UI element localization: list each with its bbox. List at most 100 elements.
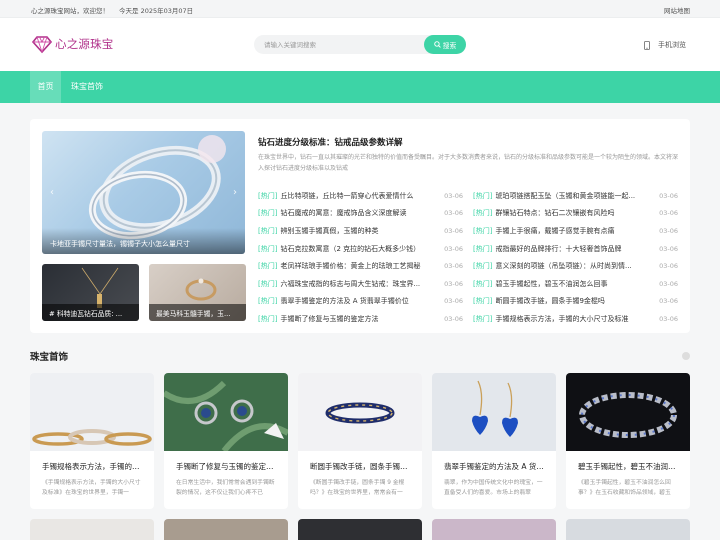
news-title[interactable]: 戒指最好的品牌排行：十大轻奢首饰品牌 bbox=[495, 244, 655, 254]
search-button[interactable]: 搜索 bbox=[424, 35, 466, 54]
list-item[interactable]: [热门] 意义深刻的项链（吊坠项链）：从时尚到情... 03-06 bbox=[473, 257, 678, 275]
card-title[interactable]: 手镯断了修复与玉镯的鉴定方法 bbox=[176, 461, 276, 472]
news-date: 03-06 bbox=[659, 209, 678, 218]
news-date: 03-06 bbox=[444, 226, 463, 235]
news-title[interactable]: 手镯上手很痛，戴镯子感觉手腕有点痛 bbox=[495, 226, 655, 236]
product-card-3[interactable]: 断圆手镯改手链，圆条手镯9金棍吗 《断圆手镯改手链，圆条手镯 9 金棍吗？》在珠… bbox=[298, 373, 422, 509]
current-date: 今天是 2025年03月07日 bbox=[119, 7, 194, 15]
list-item[interactable]: [热门] 碧玉手镯起性，碧玉不油润怎么回事 03-06 bbox=[473, 275, 678, 293]
list-item[interactable]: [热门] 群镶钻石特点：钻石二次镶嵌有风险吗 03-06 bbox=[473, 205, 678, 223]
list-item[interactable]: [热门] 断圆手镯改手链，圆条手镯9金棍吗 03-06 bbox=[473, 293, 678, 311]
list-item[interactable]: [热门] 六福珠宝戒指的标志与周大生钻戒：珠宝界... 03-06 bbox=[258, 275, 463, 293]
news-date: 03-06 bbox=[659, 191, 678, 200]
slider-caption[interactable]: 卡地亚手镯尺寸量法，镯镯子大小怎么量尺寸 bbox=[42, 228, 245, 254]
news-title[interactable]: 群镶钻石特点：钻石二次镶嵌有风险吗 bbox=[495, 208, 655, 218]
product-card-2[interactable]: 手镯断了修复与玉镯的鉴定方法 在日常生活中，我们常常会遇到手镯断裂的情况，这不仅… bbox=[164, 373, 288, 509]
list-item[interactable]: [热门] 手镯断了修复与玉镯的鉴定方法 03-06 bbox=[258, 310, 463, 328]
thumb-card-2[interactable]: 最美马科玉髓手镯，玉... bbox=[149, 264, 246, 321]
news-title[interactable]: 手镯断了修复与玉镯的鉴定方法 bbox=[280, 314, 440, 324]
search-box: 搜索 bbox=[254, 35, 466, 54]
news-title[interactable]: 老凤祥珐琅手镯价格：黄金上的珐琅工艺揭秘 bbox=[280, 261, 440, 271]
hot-tag: [热门] bbox=[473, 297, 493, 306]
list-item[interactable]: [热门] 丘比特项链，丘比特一箭穿心代表爱情什么 03-06 bbox=[258, 187, 463, 205]
news-title[interactable]: 丘比特项链，丘比特一箭穿心代表爱情什么 bbox=[280, 191, 440, 201]
featured-panel: ‹ › 卡地亚手镯尺寸量法，镯镯子大小怎么量尺寸 # 科特迪瓦钻石品质: ...… bbox=[30, 119, 690, 333]
product-card-6[interactable] bbox=[30, 519, 154, 540]
news-date: 03-06 bbox=[444, 297, 463, 306]
card-image-heart-earrings bbox=[432, 373, 556, 451]
thumb-caption-2: 最美马科玉髓手镯，玉... bbox=[149, 304, 246, 321]
hot-tag: [热门] bbox=[258, 226, 278, 235]
logo-text: 心之源珠宝 bbox=[55, 37, 114, 51]
list-item[interactable]: [热门] 辨别玉镯手镯真假，玉镯的种类 03-06 bbox=[258, 222, 463, 240]
chevron-right-icon[interactable]: › bbox=[233, 187, 237, 198]
news-list-left: [热门] 丘比特项链，丘比特一箭穿心代表爱情什么 03-06 [热门] 钻石魔戒的寓意… bbox=[258, 187, 463, 328]
list-item[interactable]: [热门] 翡翠手镯鉴定的方法及 A 货翡翠手镯价位 03-06 bbox=[258, 293, 463, 311]
sitemap-link[interactable]: 网站地图 bbox=[664, 5, 690, 15]
image-slider[interactable]: ‹ › 卡地亚手镯尺寸量法，镯镯子大小怎么量尺寸 bbox=[42, 131, 245, 254]
card-title[interactable]: 翡翠手镯鉴定的方法及 A 货翡翠手镯价位 bbox=[444, 461, 544, 472]
news-title[interactable]: 辨别玉镯手镯真假，玉镯的种类 bbox=[280, 226, 440, 236]
card-title[interactable]: 手镯规格表示方法，手镯的大小尺寸及标准 bbox=[42, 461, 142, 472]
list-item[interactable]: [热门] 戒指最好的品牌排行：十大轻奢首饰品牌 03-06 bbox=[473, 240, 678, 258]
list-item[interactable]: [热门] 琥珀项链搭配玉坠（玉镯和黄金项链能一起... 03-06 bbox=[473, 187, 678, 205]
card-image-ring bbox=[298, 373, 422, 451]
list-item[interactable]: [热门] 手镯上手很痛，戴镯子感觉手腕有点痛 03-06 bbox=[473, 222, 678, 240]
hot-tag: [热门] bbox=[473, 262, 493, 271]
product-card-8[interactable] bbox=[298, 519, 422, 540]
site-logo[interactable]: 心之源珠宝 bbox=[31, 33, 114, 55]
product-card-4[interactable]: 翡翠手镯鉴定的方法及 A 货翡翠手镯价位 翡翠，作为中国传统文化中的瑰宝，一直备… bbox=[432, 373, 556, 509]
site-header: 心之源珠宝 搜索 手机浏览 bbox=[0, 18, 720, 71]
card-desc: 《手镯规格表示方法，手镯的大小尺寸及标准》在珠宝的世界里，手镯一 bbox=[42, 480, 141, 496]
search-input[interactable] bbox=[264, 38, 414, 51]
news-title[interactable]: 断圆手镯改手链，圆条手镯9金棍吗 bbox=[495, 296, 655, 306]
list-item[interactable]: [热门] 老凤祥珐琅手镯价格：黄金上的珐琅工艺揭秘 03-06 bbox=[258, 257, 463, 275]
product-card-5[interactable]: 碧玉手镯起性，碧玉不油润怎么回事 《碧玉手镯起性，碧玉不油润怎么回事？》在玉石收… bbox=[566, 373, 690, 509]
hot-tag: [热门] bbox=[258, 209, 278, 218]
news-date: 03-06 bbox=[444, 314, 463, 323]
card-image-earrings bbox=[164, 373, 288, 451]
nav-item-jewelry[interactable]: 珠宝首饰 bbox=[63, 71, 111, 103]
hot-tag: [热门] bbox=[258, 262, 278, 271]
news-date: 03-06 bbox=[659, 244, 678, 253]
more-indicator-icon[interactable] bbox=[682, 352, 690, 360]
thumb-caption-1: # 科特迪瓦钻石品质: ... bbox=[42, 304, 139, 321]
news-date: 03-06 bbox=[659, 297, 678, 306]
news-title[interactable]: 手镯规格表示方法，手镯的大小尺寸及标准 bbox=[495, 314, 655, 324]
mobile-view-link[interactable]: 手机浏览 bbox=[644, 40, 686, 50]
card-desc: 《碧玉手镯起性，碧玉不油润怎么回事？》在玉石收藏和饰品领域，碧玉 bbox=[578, 480, 671, 496]
product-card-1[interactable]: 手镯规格表示方法，手镯的大小尺寸及标准 《手镯规格表示方法，手镯的大小尺寸及标准… bbox=[30, 373, 154, 509]
list-item[interactable]: [热门] 手镯规格表示方法，手镯的大小尺寸及标准 03-06 bbox=[473, 310, 678, 328]
list-item[interactable]: [热门] 钻石克拉数寓意（2 克拉的钻石大概多少钱） 03-06 bbox=[258, 240, 463, 258]
news-title[interactable]: 碧玉手镯起性，碧玉不油润怎么回事 bbox=[495, 279, 655, 289]
news-title[interactable]: 意义深刻的项链（吊坠项链）：从时尚到情... bbox=[495, 261, 655, 271]
hot-tag: [热门] bbox=[473, 314, 493, 323]
chevron-left-icon[interactable]: ‹ bbox=[50, 187, 54, 198]
news-title[interactable]: 六福珠宝戒指的标志与周大生钻戒：珠宝界... bbox=[280, 279, 440, 289]
product-card-9[interactable] bbox=[432, 519, 556, 540]
news-title[interactable]: 钻石克拉数寓意（2 克拉的钻石大概多少钱） bbox=[280, 244, 440, 254]
hot-tag: [热门] bbox=[473, 279, 493, 288]
list-item[interactable]: [热门] 钻石魔戒的寓意：魔戒饰品含义深度解读 03-06 bbox=[258, 205, 463, 223]
news-title[interactable]: 琥珀项链搭配玉坠（玉镯和黄金项链能一起... bbox=[495, 191, 655, 201]
card-title[interactable]: 断圆手镯改手链，圆条手镯9金棍吗 bbox=[310, 461, 410, 472]
hot-tag: [热门] bbox=[258, 297, 278, 306]
news-title[interactable]: 翡翠手镯鉴定的方法及 A 货翡翠手镯价位 bbox=[280, 296, 440, 306]
section-title: 珠宝首饰 bbox=[30, 352, 69, 363]
card-image-crystal-bracelet bbox=[566, 373, 690, 451]
hot-tag: [热门] bbox=[258, 244, 278, 253]
news-date: 03-06 bbox=[444, 279, 463, 288]
news-date: 03-06 bbox=[444, 191, 463, 200]
hot-tag: [热门] bbox=[473, 226, 493, 235]
news-date: 03-06 bbox=[444, 209, 463, 218]
nav-item-home[interactable]: 首页 bbox=[30, 71, 61, 103]
news-title[interactable]: 钻石魔戒的寓意：魔戒饰品含义深度解读 bbox=[280, 208, 440, 218]
headline-title[interactable]: 钻石进度分级标准：钻戒品级参数详解 bbox=[258, 136, 403, 148]
news-date: 03-06 bbox=[444, 262, 463, 271]
card-title[interactable]: 碧玉手镯起性，碧玉不油润怎么回事 bbox=[578, 461, 678, 472]
product-card-7[interactable] bbox=[164, 519, 288, 540]
search-button-label: 搜索 bbox=[442, 41, 457, 50]
headline-summary: 在珠宝世界中，钻石一直以其璀璨的光芒和独特的价值而备受瞩目。对于大多数消费者来说… bbox=[258, 154, 679, 172]
product-card-10[interactable] bbox=[566, 519, 690, 540]
thumb-card-1[interactable]: # 科特迪瓦钻石品质: ... bbox=[42, 264, 139, 321]
